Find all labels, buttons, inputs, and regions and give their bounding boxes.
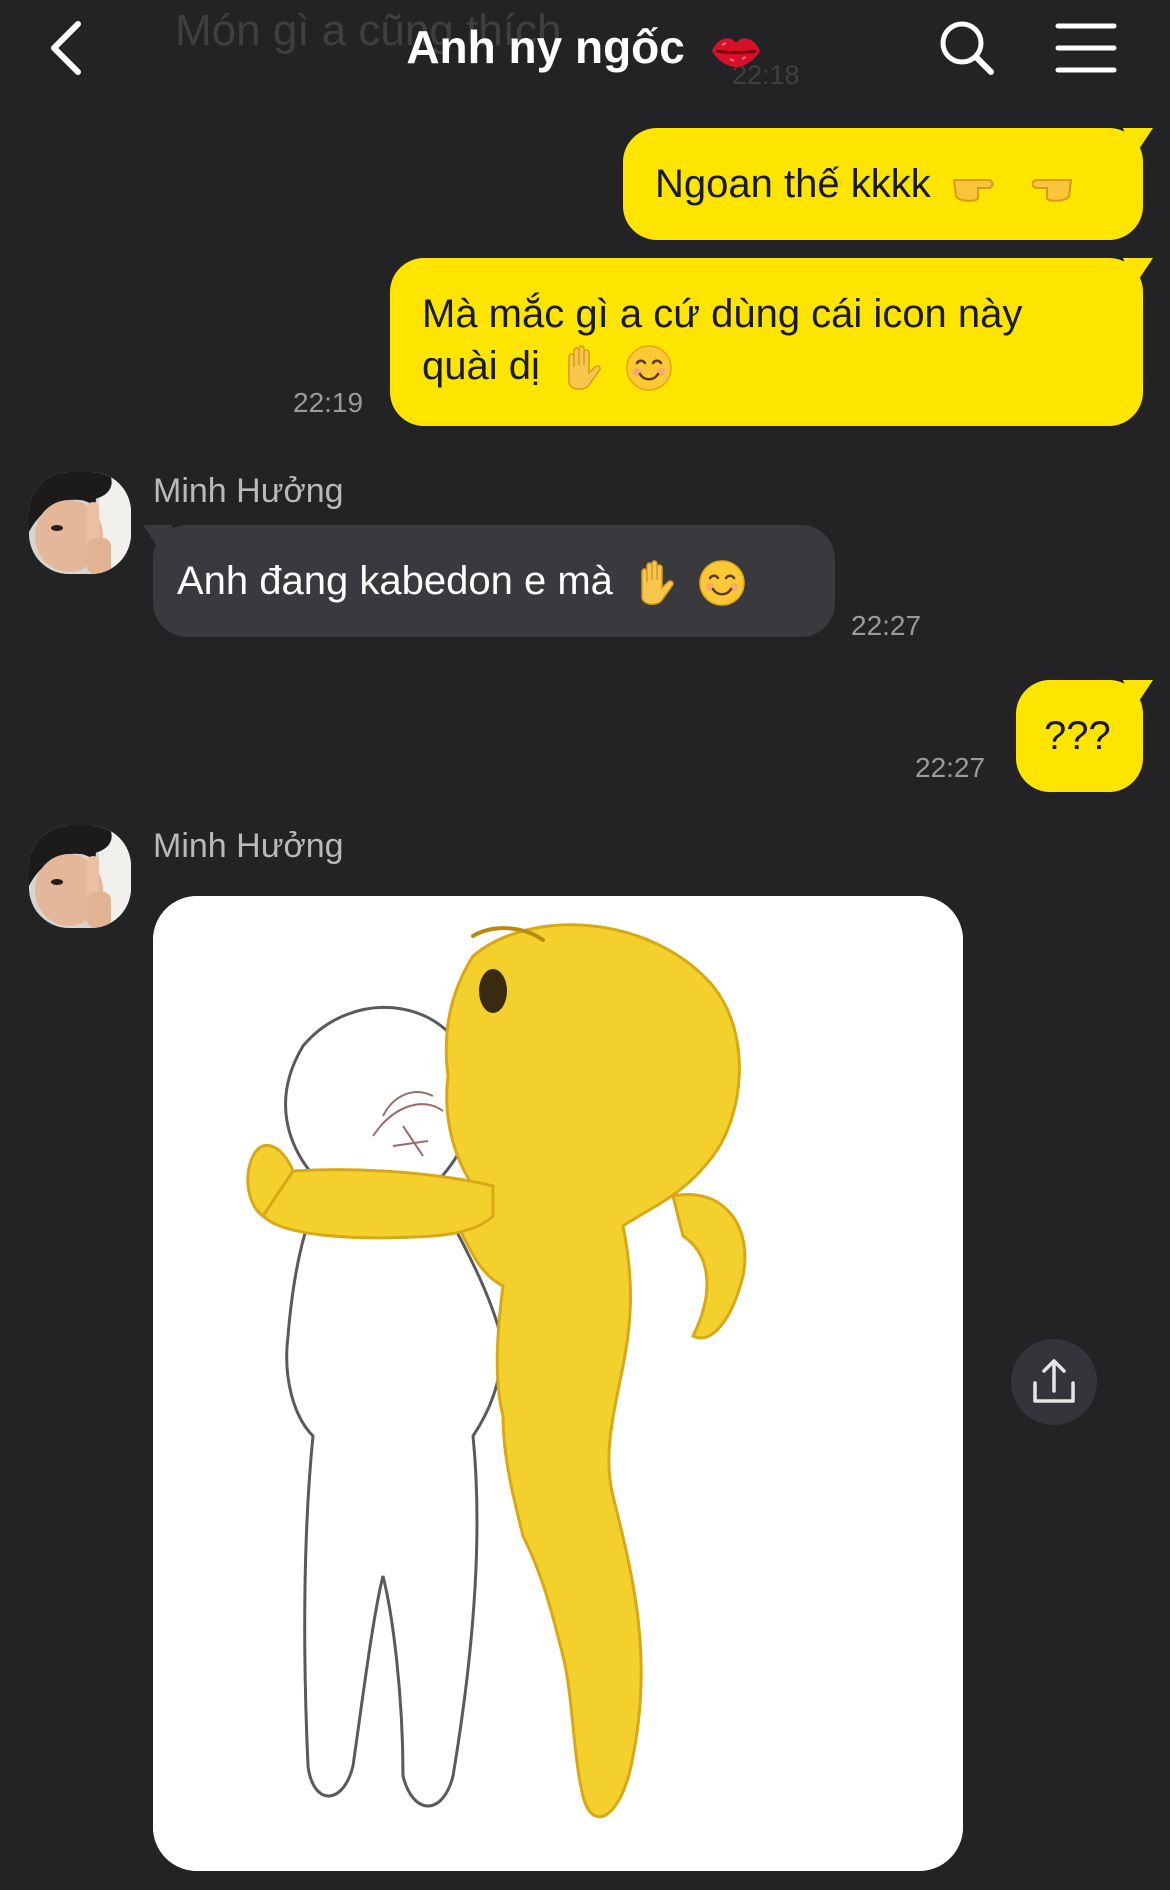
search-icon xyxy=(940,21,994,75)
avatar[interactable] xyxy=(29,472,131,574)
bubble-tail xyxy=(143,525,173,555)
message-time: 22:27 xyxy=(851,610,922,641)
bubble-tail xyxy=(1123,258,1153,288)
raised-hand-icon xyxy=(641,560,674,606)
kabedon-sticker-image xyxy=(153,896,963,1871)
message-text: Anh đang kabedon e mà xyxy=(177,559,613,603)
share-button[interactable] xyxy=(1011,1339,1097,1425)
my-message-bubble[interactable]: ??? xyxy=(1016,680,1153,792)
pointing-left-icon xyxy=(1031,179,1073,203)
smiling-face-icon xyxy=(699,560,745,607)
message-text: Ngoan thế kkkk xyxy=(655,162,931,206)
raised-hand-icon xyxy=(568,345,601,391)
bubble-tail xyxy=(1123,128,1153,158)
chat-header: Anh ny ngốc xyxy=(0,0,1170,100)
search-button[interactable] xyxy=(935,16,999,80)
my-message-bubble[interactable]: Mà mắc gì a cứ dùng cái icon này quài dị xyxy=(390,258,1153,426)
message-text-line1: Mà mắc gì a cứ dùng cái icon này xyxy=(422,292,1023,336)
their-message-bubble[interactable]: Anh đang kabedon e mà xyxy=(143,525,835,637)
sender-name: Minh Hưởng xyxy=(153,827,344,865)
hamburger-menu-icon xyxy=(1055,23,1117,73)
chat-title-text: Anh ny ngốc xyxy=(406,21,685,73)
message-text: ??? xyxy=(1044,714,1111,758)
my-message-bubble[interactable]: Ngoan thế kkkk xyxy=(623,128,1153,240)
share-icon xyxy=(1033,1359,1075,1403)
message-time: 22:27 xyxy=(915,752,986,783)
menu-button[interactable] xyxy=(1052,20,1120,76)
kiss-lips-icon xyxy=(711,38,760,67)
profile-photo-icon xyxy=(29,472,131,574)
sender-name: Minh Hưởng xyxy=(153,472,344,510)
pointing-right-icon xyxy=(952,179,994,203)
image-message[interactable] xyxy=(153,896,963,1871)
message-time: 22:19 xyxy=(293,387,364,418)
bubble-tail xyxy=(1123,680,1153,710)
message-text-line2: quài dị xyxy=(422,344,540,388)
avatar[interactable] xyxy=(29,826,131,928)
profile-photo-icon xyxy=(29,826,131,928)
smiling-face-icon xyxy=(626,345,672,392)
